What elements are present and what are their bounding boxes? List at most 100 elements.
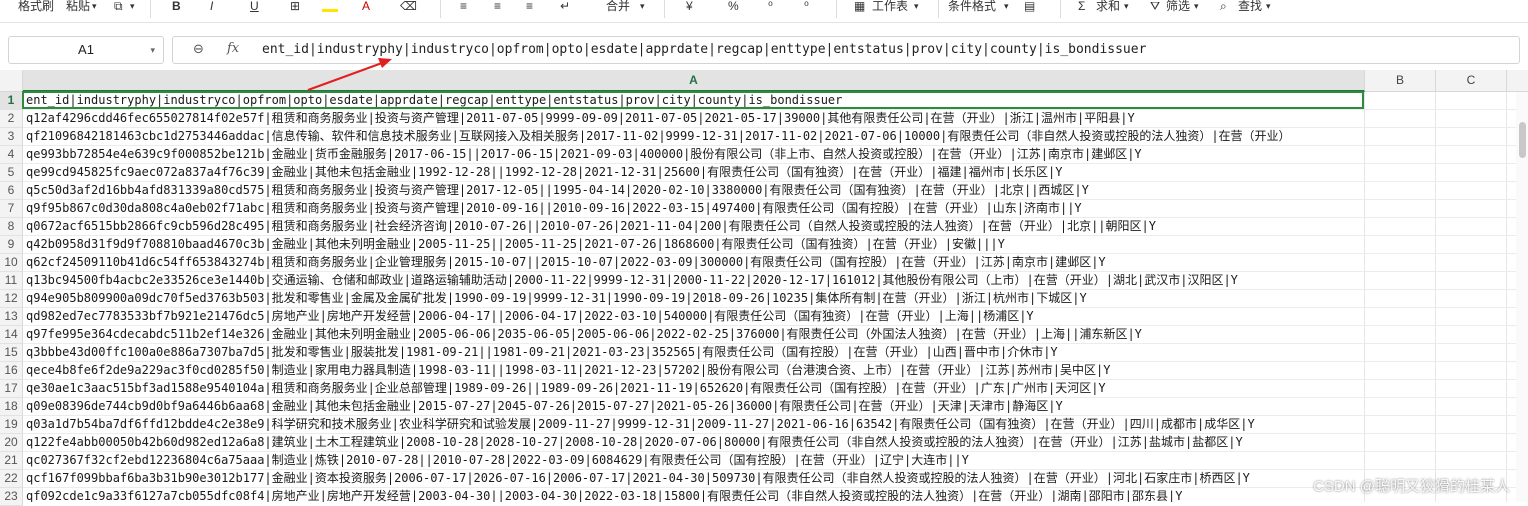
- copy-dropdown-icon[interactable]: ▾: [130, 0, 135, 14]
- cell-a-value[interactable]: q42b0958d31f9d9f708810baad4670c3b|金融业|其他…: [26, 236, 1005, 253]
- filter-dropdown-icon[interactable]: ▾: [1194, 0, 1199, 14]
- cell-a-value[interactable]: q94e905b809900a09dc70f5ed3763b503|批发和零售业…: [26, 290, 1087, 307]
- name-box-dropdown-icon[interactable]: ▾: [150, 37, 155, 63]
- paste-button[interactable]: 粘贴: [66, 0, 90, 14]
- align-left-icon[interactable]: ≡: [460, 0, 467, 14]
- cell-a-value[interactable]: q97fe995e364cdecabdc511b2ef14e326|金融业|其他…: [26, 326, 1142, 343]
- vertical-scrollbar[interactable]: [1516, 92, 1528, 502]
- ribbon-divider: [938, 0, 939, 18]
- cell-a-value[interactable]: q12af4296cdd46fec655027814f02e57f|租赁和商务服…: [26, 110, 1135, 127]
- column-header-a[interactable]: A: [23, 70, 1365, 92]
- copy-icon[interactable]: ⧉: [114, 0, 123, 14]
- cell-a-value[interactable]: q0672acf6515bb2866fc9cb596d28c495|租赁和商务服…: [26, 218, 1156, 235]
- cell-a-value[interactable]: q13bc94500fb4acbc2e33526ce3e1440b|交通运输、仓…: [26, 272, 1238, 289]
- table-row: q94e905b809900a09dc70f5ed3763b503|批发和零售业…: [23, 290, 1528, 308]
- name-box[interactable]: A1 ▾: [8, 36, 164, 64]
- row-header[interactable]: 23: [0, 488, 23, 506]
- bold-button[interactable]: B: [172, 0, 181, 14]
- decimal-icon[interactable]: ⁰: [804, 0, 809, 14]
- row-header[interactable]: 5: [0, 164, 23, 182]
- cell-style-icon[interactable]: ▤: [1024, 0, 1035, 14]
- filter-button[interactable]: 筛选: [1166, 0, 1190, 14]
- column-header-c[interactable]: C: [1436, 70, 1507, 92]
- cell-area[interactable]: ent_id|industryphy|industryco|opfrom|opt…: [23, 92, 1528, 502]
- cell-a-value[interactable]: ent_id|industryphy|industryco|opfrom|opt…: [26, 92, 842, 109]
- fill-color-icon[interactable]: [322, 0, 338, 14]
- thousands-icon[interactable]: ⁰: [768, 0, 773, 14]
- find-button[interactable]: 查找: [1238, 0, 1262, 14]
- row-header[interactable]: 2: [0, 110, 23, 128]
- row-header[interactable]: 16: [0, 362, 23, 380]
- underline-button[interactable]: U: [250, 0, 259, 14]
- find-dropdown-icon[interactable]: ▾: [1266, 0, 1271, 14]
- row-header[interactable]: 4: [0, 146, 23, 164]
- worksheet-dropdown-icon[interactable]: ▾: [914, 0, 919, 14]
- paste-dropdown-icon[interactable]: ▾: [92, 0, 97, 14]
- row-header[interactable]: 14: [0, 326, 23, 344]
- merge-dropdown-icon[interactable]: ▾: [640, 0, 645, 14]
- sum-dropdown-icon[interactable]: ▾: [1124, 0, 1129, 14]
- cell-a-value[interactable]: q3bbbe43d00ffc100a0e886a7307ba7d5|批发和零售业…: [26, 344, 1058, 361]
- worksheet-button[interactable]: 工作表: [872, 0, 908, 14]
- spreadsheet-grid: A B C 1 2 3 4 5 6 7 8 9 10 11 12 13 14 15 16 17 18 19 20 21 2…: [0, 70, 1528, 506]
- format-painter-button[interactable]: 格式刷: [18, 0, 54, 14]
- row-header[interactable]: 22: [0, 470, 23, 488]
- row-header[interactable]: 7: [0, 200, 23, 218]
- cell-a-value[interactable]: qe993bb72854e4e639c9f000852be121b|金融业|货币…: [26, 146, 1142, 163]
- font-color-icon[interactable]: A: [362, 0, 370, 14]
- table-row: q12af4296cdd46fec655027814f02e57f|租赁和商务服…: [23, 110, 1528, 128]
- row-header[interactable]: 20: [0, 434, 23, 452]
- table-row: q97fe995e364cdecabdc511b2ef14e326|金融业|其他…: [23, 326, 1528, 344]
- cell-a-value[interactable]: qcf167f099bbaf6ba3b31b90e3012b177|金融业|资本…: [26, 470, 1250, 487]
- row-header[interactable]: 3: [0, 128, 23, 146]
- row-header[interactable]: 11: [0, 272, 23, 290]
- row-header[interactable]: 9: [0, 236, 23, 254]
- align-right-icon[interactable]: ≡: [526, 0, 533, 14]
- cell-a-value[interactable]: qe30ae1c3aac515bf3ad1588e9540104a|租赁和商务服…: [26, 380, 1106, 397]
- row-header[interactable]: 19: [0, 416, 23, 434]
- filter-icon: ⛛: [1150, 0, 1161, 13]
- row-header[interactable]: 6: [0, 182, 23, 200]
- percent-icon[interactable]: %: [728, 0, 739, 14]
- row-header[interactable]: 18: [0, 398, 23, 416]
- clear-format-icon[interactable]: ⌫: [400, 0, 417, 14]
- cell-a-value[interactable]: qf21096842181463cbc1d2753446addac|信息传输、软…: [26, 128, 1291, 145]
- row-header[interactable]: 13: [0, 308, 23, 326]
- cell-a-value[interactable]: q122fe4abb00050b42b60d982ed12a6a8|建筑业|土木…: [26, 434, 1243, 451]
- fx-icon[interactable]: fx: [227, 41, 239, 56]
- wrap-text-icon[interactable]: ↵: [560, 0, 570, 14]
- row-header[interactable]: 10: [0, 254, 23, 272]
- scrollbar-thumb[interactable]: [1519, 122, 1526, 158]
- align-center-icon[interactable]: ≡: [494, 0, 501, 14]
- select-all-corner[interactable]: [0, 70, 23, 92]
- column-header-b[interactable]: B: [1365, 70, 1436, 92]
- zoom-icon[interactable]: ⊖: [193, 41, 204, 57]
- cell-a-value[interactable]: q9f95b867c0d30da808c4a0eb02f71abc|租赁和商务服…: [26, 200, 1082, 217]
- cell-a-value[interactable]: q03a1d7b54ba7df6ffd12bdde4c2e38e9|科学研究和技…: [26, 416, 1255, 433]
- cell-a-value[interactable]: qf092cde1c9a33f6127a7cb055dfc08f4|房地产业|房…: [26, 488, 1182, 502]
- row-header[interactable]: 12: [0, 290, 23, 308]
- column-header-d[interactable]: [1507, 70, 1528, 92]
- cell-a-value[interactable]: q09e08396de744cb9d0bf9a6446b6aa68|金融业|其他…: [26, 398, 1063, 415]
- merge-button[interactable]: 合并: [606, 0, 630, 14]
- cell-a-value[interactable]: qece4b8fe6f2de9a229ac3f0cd0285f50|制造业|家用…: [26, 362, 1110, 379]
- formula-content[interactable]: ent_id|industryphy|industryco|opfrom|opt…: [262, 37, 1146, 63]
- formula-input[interactable]: ⊖ fx ent_id|industryphy|industryco|opfro…: [172, 36, 1520, 64]
- cell-a-value[interactable]: qe99cd945825fc9aec072a837a4f76c39|金融业|其他…: [26, 164, 1062, 181]
- currency-icon[interactable]: ¥: [686, 0, 693, 14]
- cell-a-value[interactable]: q62cf24509110b41d6c54ff653843274b|租赁和商务服…: [26, 254, 1106, 271]
- name-box-value: A1: [78, 42, 94, 57]
- row-header[interactable]: 1: [0, 92, 23, 110]
- row-header[interactable]: 21: [0, 452, 23, 470]
- sum-button[interactable]: 求和: [1096, 0, 1120, 14]
- cell-a-value[interactable]: q5c50d3af2d16bb4afd831339a80cd575|租赁和商务服…: [26, 182, 1089, 199]
- cell-a-value[interactable]: qd982ed7ec7783533bf7b921e21476dc5|房地产业|房…: [26, 308, 1034, 325]
- italic-button[interactable]: I: [210, 0, 213, 14]
- row-header[interactable]: 17: [0, 380, 23, 398]
- conditional-format-button[interactable]: 条件格式: [948, 0, 996, 14]
- row-header[interactable]: 15: [0, 344, 23, 362]
- cell-a-value[interactable]: qc027367f32cf2ebd12236804c6a75aaa|制造业|炼铁…: [26, 452, 969, 469]
- border-icon[interactable]: ⊞: [290, 0, 300, 14]
- conditional-format-dropdown-icon[interactable]: ▾: [1004, 0, 1009, 14]
- row-header[interactable]: 8: [0, 218, 23, 236]
